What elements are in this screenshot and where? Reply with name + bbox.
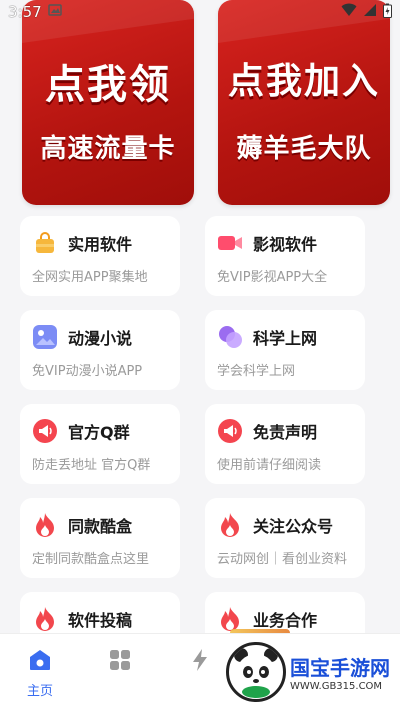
card-video-apps[interactable]: 影视软件 免VIP影视APP大全 [205, 216, 365, 296]
banner-subtitle: 薅羊毛大队 [236, 134, 372, 164]
card-same-kuhe[interactable]: 同款酷盒 定制同款酷盒点这里 [20, 498, 180, 578]
card-title: 动漫小说 [68, 329, 133, 348]
card-official-qq-group[interactable]: 官方Q群 防走丢地址 官方Q群 [20, 404, 180, 484]
card-subtitle: 免VIP动漫小说APP [32, 364, 143, 379]
flame-icon [32, 512, 58, 538]
signal-icon [363, 3, 377, 21]
watermark: 国宝手游网 WWW.GB315.COM [226, 637, 396, 707]
grid-icon [108, 648, 132, 676]
card-subtitle: 防走丢地址 官方Q群 [32, 458, 151, 473]
card-title: 免责声明 [253, 423, 318, 442]
battery-icon [383, 3, 392, 22]
card-disclaimer[interactable]: 免责声明 使用前请仔细阅读 [205, 404, 365, 484]
card-title: 实用软件 [68, 235, 133, 254]
panda-logo-icon [226, 642, 286, 702]
card-subtitle: 使用前请仔细阅读 [217, 458, 322, 473]
card-vpn[interactable]: 科学上网 学会科学上网 [205, 310, 365, 390]
wifi-icon [341, 3, 357, 21]
banner-join-group[interactable]: 点我加入 薅羊毛大队 [218, 0, 390, 205]
card-title: 业务合作 [253, 611, 318, 630]
category-grid: 实用软件 全网实用APP聚集地 影视软件 免VIP影视APP大全 动漫小说 免V… [20, 216, 380, 672]
bubbles-icon [217, 324, 243, 350]
card-title: 关注公众号 [253, 517, 334, 536]
card-title: 同款酷盒 [68, 517, 133, 536]
image-icon [32, 324, 58, 350]
card-title: 影视软件 [253, 235, 318, 254]
flame-icon [32, 606, 58, 632]
watermark-name: 国宝手游网 [290, 656, 390, 680]
card-utility-apps[interactable]: 实用软件 全网实用APP聚集地 [20, 216, 180, 296]
bolt-icon [190, 648, 210, 676]
card-title: 科学上网 [253, 329, 318, 348]
card-title: 软件投稿 [68, 611, 133, 630]
nav-categories[interactable] [80, 634, 160, 711]
nav-home-label: 主页 [26, 684, 53, 699]
banner-row: 点我领 高速流量卡 点我加入 薅羊毛大队 [0, 0, 400, 208]
video-icon [217, 230, 243, 256]
banner-traffic-card[interactable]: 点我领 高速流量卡 [22, 0, 194, 205]
card-subtitle: 学会科学上网 [217, 364, 296, 379]
megaphone-icon [217, 418, 243, 444]
banner-subtitle: 高速流量卡 [40, 134, 176, 164]
card-subtitle: 全网实用APP聚集地 [32, 270, 148, 285]
card-anime-novels[interactable]: 动漫小说 免VIP动漫小说APP [20, 310, 180, 390]
nav-home[interactable]: 主页 [0, 634, 80, 711]
megaphone-icon [32, 418, 58, 444]
banner-title: 点我领 [45, 62, 171, 108]
card-title: 官方Q群 [68, 423, 130, 442]
bag-icon [32, 230, 58, 256]
status-time: 3:57 [8, 3, 42, 21]
card-follow-account[interactable]: 关注公众号 云动网创｜看创业资料 [205, 498, 365, 578]
card-subtitle: 云动网创｜看创业资料 [217, 552, 348, 567]
gallery-icon [47, 3, 62, 21]
card-subtitle: 定制同款酷盒点这里 [32, 552, 150, 567]
banner-title: 点我加入 [227, 61, 380, 102]
flame-icon [217, 512, 243, 538]
watermark-url: WWW.GB315.COM [290, 681, 383, 692]
card-subtitle: 免VIP影视APP大全 [217, 270, 328, 285]
status-bar: 3:57 [0, 0, 400, 24]
home-icon [28, 648, 52, 676]
